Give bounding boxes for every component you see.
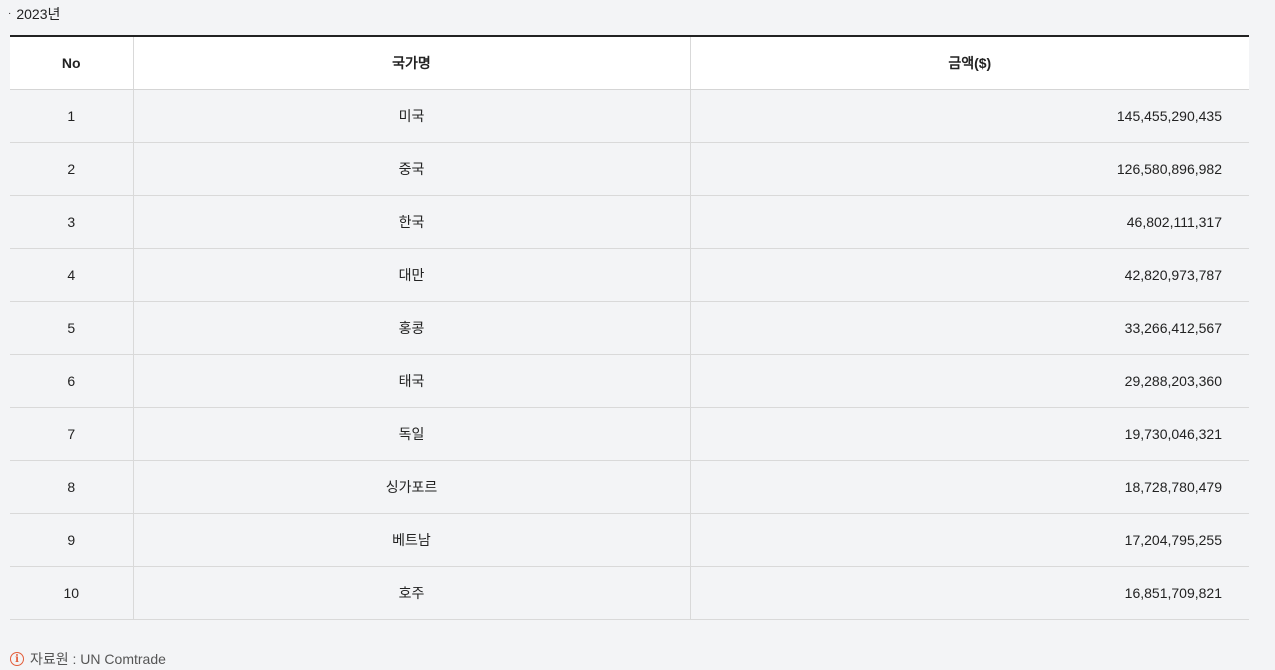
- row-no: 9: [10, 513, 133, 567]
- header-amount: 금액($): [689, 36, 1249, 90]
- table-row: 10 호주 16,851,709,821: [10, 566, 1249, 620]
- row-amount: 145,455,290,435: [689, 89, 1249, 143]
- row-amount: 46,802,111,317: [689, 195, 1249, 249]
- table-row: 5 홍콩 33,266,412,567: [10, 301, 1249, 355]
- row-no: 7: [10, 407, 133, 461]
- row-no: 8: [10, 460, 133, 514]
- table-row: 2 중국 126,580,896,982: [10, 142, 1249, 196]
- row-country: 대만: [132, 248, 690, 302]
- row-no: 6: [10, 354, 133, 408]
- header-country: 국가명: [132, 36, 690, 90]
- table-row: 7 독일 19,730,046,321: [10, 407, 1249, 461]
- row-no: 1: [10, 89, 133, 143]
- row-amount: 126,580,896,982: [689, 142, 1249, 196]
- row-country: 독일: [132, 407, 690, 461]
- row-country: 베트남: [132, 513, 690, 567]
- table-row: 8 싱가포르 18,728,780,479: [10, 460, 1249, 514]
- source-text: 자료원 : UN Comtrade: [30, 651, 166, 667]
- row-amount: 16,851,709,821: [689, 566, 1249, 620]
- year-text: 2023년: [16, 6, 61, 22]
- table-row: 3 한국 46,802,111,317: [10, 195, 1249, 249]
- table-row: 9 베트남 17,204,795,255: [10, 513, 1249, 567]
- table-row: 4 대만 42,820,973,787: [10, 248, 1249, 302]
- table-header-row: No 국가명 금액($): [10, 36, 1249, 90]
- row-amount: 18,728,780,479: [689, 460, 1249, 514]
- year-label: · 2023년: [8, 4, 60, 24]
- row-amount: 33,266,412,567: [689, 301, 1249, 355]
- row-amount: 19,730,046,321: [689, 407, 1249, 461]
- row-no: 5: [10, 301, 133, 355]
- row-no: 10: [10, 566, 133, 620]
- row-country: 미국: [132, 89, 690, 143]
- table-row: 6 태국 29,288,203,360: [10, 354, 1249, 408]
- info-icon: i: [10, 652, 24, 666]
- country-amount-table: No 국가명 금액($) 1 미국 145,455,290,435 2 중국 1…: [10, 35, 1249, 620]
- country-amount-table-container: No 국가명 금액($) 1 미국 145,455,290,435 2 중국 1…: [10, 35, 1249, 620]
- bullet-icon: ·: [8, 8, 12, 19]
- row-no: 4: [10, 248, 133, 302]
- row-no: 2: [10, 142, 133, 196]
- row-no: 3: [10, 195, 133, 249]
- row-amount: 42,820,973,787: [689, 248, 1249, 302]
- row-country: 태국: [132, 354, 690, 408]
- source-note: i 자료원 : UN Comtrade: [10, 649, 166, 669]
- row-amount: 29,288,203,360: [689, 354, 1249, 408]
- row-country: 중국: [132, 142, 690, 196]
- header-no: No: [10, 36, 133, 90]
- row-country: 홍콩: [132, 301, 690, 355]
- row-country: 호주: [132, 566, 690, 620]
- row-amount: 17,204,795,255: [689, 513, 1249, 567]
- row-country: 한국: [132, 195, 690, 249]
- row-country: 싱가포르: [132, 460, 690, 514]
- table-row: 1 미국 145,455,290,435: [10, 89, 1249, 143]
